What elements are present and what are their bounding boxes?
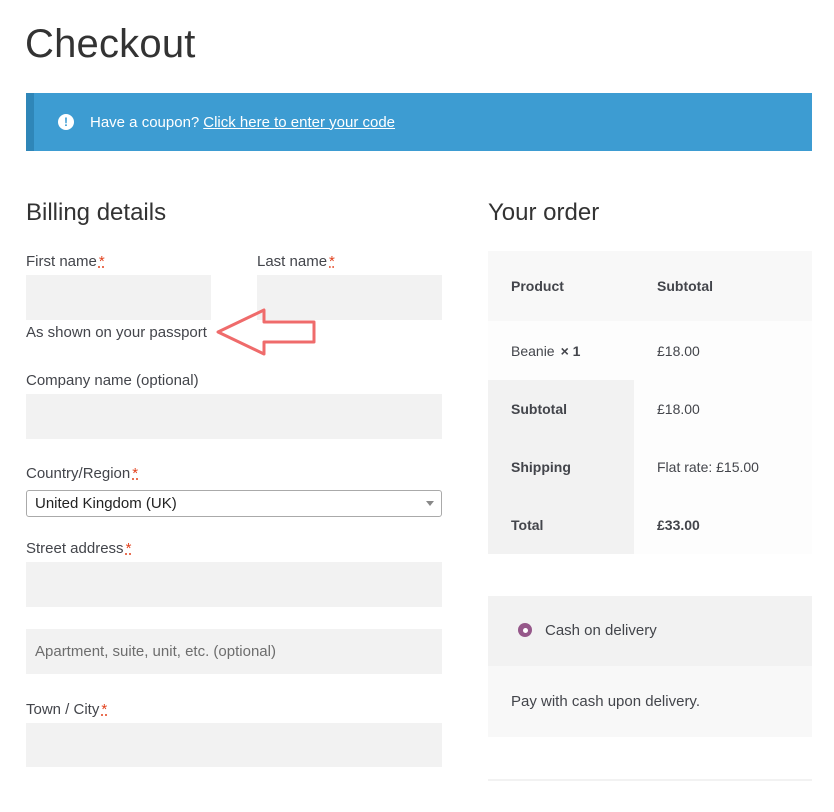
total-label: Total [511,517,544,533]
shipping-value: Flat rate: £15.00 [657,459,759,475]
shipping-label: Shipping [511,459,571,475]
last-name-label: Last name * [257,253,335,270]
coupon-notice: ! Have a coupon? Click here to enter you… [26,93,812,151]
first-name-label: First name * [26,253,105,270]
coupon-notice-text: Have a coupon? [90,113,200,131]
order-heading: Your order [488,199,600,226]
street-label: Street address * [26,540,131,557]
payment-method-cod[interactable]: Cash on delivery [488,596,812,666]
required-mark: * [98,253,105,270]
country-label: Country/Region * [26,465,138,482]
annotation-arrow-icon [216,308,316,356]
city-label-text: Town / City [26,701,100,718]
payment-methods: Cash on delivery Pay with cash upon deli… [488,596,812,737]
divider [488,779,812,781]
table-header-row: Product Subtotal [488,251,812,321]
required-mark: * [132,465,139,482]
city-input[interactable] [26,723,442,767]
company-input[interactable] [26,394,442,439]
column-header-subtotal: Subtotal [657,278,713,294]
page-title: Checkout [25,22,196,66]
company-label: Company name (optional) [26,372,199,389]
required-mark: * [125,540,132,557]
payment-description: Pay with cash upon delivery. [511,693,700,710]
total-row: Total £33.00 [488,496,812,554]
country-label-text: Country/Region [26,465,131,482]
street-label-text: Street address [26,540,124,557]
required-mark: * [329,253,335,270]
shipping-row: Shipping Flat rate: £15.00 [488,438,812,496]
column-header-product: Product [511,278,564,294]
country-select[interactable]: United Kingdom (UK) [26,490,442,517]
billing-heading: Billing details [26,199,167,226]
subtotal-value: £18.00 [657,401,700,417]
payment-method-label[interactable]: Cash on delivery [545,622,657,639]
city-label: Town / City * [26,701,107,718]
radio-selected-icon[interactable] [518,623,532,637]
item-price: £18.00 [657,342,700,359]
chevron-down-icon [426,501,434,506]
passport-hint: As shown on your passport [26,324,207,341]
last-name-label-text: Last name [257,253,328,270]
info-icon: ! [58,114,74,130]
item-quantity: × 1 [560,342,581,359]
first-name-input[interactable] [26,275,211,320]
item-name: Beanie [511,342,555,359]
country-select-value: United Kingdom (UK) [35,495,177,512]
subtotal-row: Subtotal £18.00 [488,380,812,438]
required-mark: * [101,701,108,718]
product-name: Beanie × 1 [511,321,580,380]
coupon-link[interactable]: Click here to enter your code [203,114,395,131]
table-row: Beanie × 1 £18.00 [488,321,812,380]
subtotal-label: Subtotal [511,401,567,417]
apartment-input[interactable] [26,629,442,674]
total-value: £33.00 [657,517,700,533]
first-name-label-text: First name [26,253,97,270]
street-address-input[interactable] [26,562,442,607]
